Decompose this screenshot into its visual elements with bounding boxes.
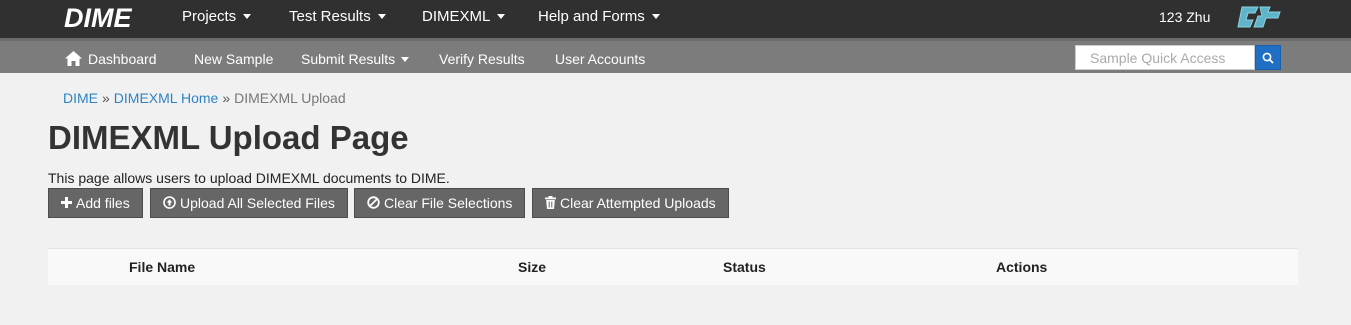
clear-file-selections-button[interactable]: Clear File Selections <box>354 188 526 218</box>
breadcrumb-separator: » <box>102 90 110 106</box>
breadcrumb-separator: » <box>222 90 231 106</box>
add-files-button[interactable]: Add files <box>48 188 143 218</box>
breadcrumb: DIME» DIMEXML Home» DIMEXML Upload <box>63 90 346 106</box>
clear-attempted-uploads-button[interactable]: Clear Attempted Uploads <box>532 188 729 218</box>
nav-projects-label: Projects <box>182 8 237 25</box>
nav-verify-results[interactable]: Verify Results <box>439 41 525 73</box>
clear-file-selections-label: Clear File Selections <box>384 195 513 211</box>
plus-icon <box>61 197 72 209</box>
nav-dashboard-label: Dashboard <box>88 51 157 67</box>
upload-all-button[interactable]: Upload All Selected Files <box>150 188 348 218</box>
column-header-size: Size <box>518 259 547 275</box>
nav-help-and-forms-label: Help and Forms <box>538 8 645 25</box>
nav-test-results[interactable]: Test Results <box>289 0 386 38</box>
upload-all-label: Upload All Selected Files <box>180 195 335 211</box>
nav-new-sample[interactable]: New Sample <box>194 41 273 73</box>
home-icon <box>65 50 82 66</box>
breadcrumb-current: DIMEXML Upload <box>234 90 346 106</box>
caret-down-icon <box>401 56 410 62</box>
column-header-actions: Actions <box>996 259 1048 275</box>
nav-dimexml[interactable]: DIMEXML <box>422 0 506 38</box>
nav-dashboard[interactable]: Dashboard <box>65 41 157 73</box>
clear-attempted-uploads-label: Clear Attempted Uploads <box>560 195 716 211</box>
upload-files-table: File Name Size Status Actions <box>48 248 1298 285</box>
nav-user-accounts[interactable]: User Accounts <box>555 41 645 73</box>
dime-logo-text: DIME <box>64 3 132 33</box>
circle-arrow-up-icon <box>163 196 176 210</box>
nav-submit-results[interactable]: Submit Results <box>301 41 410 73</box>
nav-test-results-label: Test Results <box>289 8 371 25</box>
trash-icon <box>545 196 556 210</box>
nav-projects[interactable]: Projects <box>182 0 252 38</box>
page-title: DIMEXML Upload Page <box>48 119 409 156</box>
caret-down-icon <box>651 13 660 19</box>
sample-quick-access-input[interactable] <box>1075 45 1255 70</box>
caret-down-icon <box>497 13 506 19</box>
breadcrumb-dimexml-home[interactable]: DIMEXML Home <box>114 90 219 106</box>
page-description: This page allows users to upload DIMEXML… <box>48 170 450 186</box>
nav-help-and-forms[interactable]: Help and Forms <box>538 0 660 38</box>
nav-submit-results-label: Submit Results <box>301 51 396 67</box>
top-navbar: DIME Projects Test Results DIMEXML Help … <box>0 0 1351 38</box>
user-menu[interactable]: 123 Zhu <box>1159 0 1210 34</box>
column-header-file-name: File Name <box>129 259 196 275</box>
add-files-label: Add files <box>76 195 130 211</box>
search-button[interactable] <box>1255 45 1281 70</box>
column-header-status: Status <box>723 259 766 275</box>
nav-dimexml-label: DIMEXML <box>422 8 491 25</box>
dime-logo[interactable]: DIME <box>64 4 132 32</box>
breadcrumb-dime[interactable]: DIME <box>63 90 98 106</box>
ban-icon <box>367 196 380 209</box>
caltrans-logo-icon <box>1237 6 1281 28</box>
caret-down-icon <box>243 13 252 19</box>
caret-down-icon <box>377 13 386 19</box>
search-icon <box>1262 52 1274 64</box>
secondary-navbar: Dashboard New Sample Submit Results Veri… <box>0 38 1351 73</box>
